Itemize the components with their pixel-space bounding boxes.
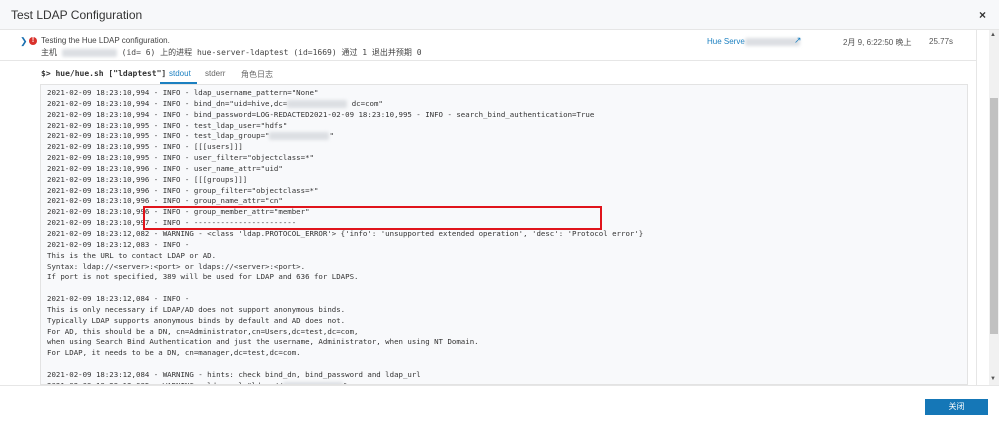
log-text: Syntax: ldap://<server>:<port> or ldaps:… <box>47 261 306 271</box>
log-line: 2021-02-09 18:23:10,994 - INFO - bind_dn… <box>47 99 967 110</box>
log-line: 2021-02-09 18:23:12,083 - INFO - <box>47 240 967 251</box>
command-row: ❯ ! Testing the Hue LDAP configuration. … <box>0 30 977 61</box>
log-text: 2021-02-09 18:23:10,995 - INFO - test_ld… <box>47 120 288 130</box>
log-line: For AD, this should be a DN, cn=Administ… <box>47 327 967 338</box>
log-text: 2021-02-09 18:23:12,084 - WARNING - hint… <box>47 369 421 379</box>
close-icon[interactable]: × <box>979 8 986 22</box>
log-line: 2021-02-09 18:23:10,996 - INFO - user_na… <box>47 164 967 175</box>
log-line: when using Search Bind Authentication an… <box>47 337 967 348</box>
external-link-icon[interactable]: ↗ <box>794 35 802 46</box>
chevron-down-icon[interactable]: ❯ <box>20 36 28 47</box>
timestamp: 2月 9, 6:22:50 晚上 <box>843 38 912 47</box>
log-text: Typically LDAP supports anonymous binds … <box>47 315 346 325</box>
dialog-title: Test LDAP Configuration <box>11 8 143 22</box>
dialog-footer: 关闭 <box>0 385 999 424</box>
scrollbar[interactable]: ▲ ▼ <box>989 30 999 385</box>
log-text: 2021-02-09 18:23:10,996 - INFO - group_n… <box>47 196 283 206</box>
scroll-up-icon[interactable]: ▲ <box>990 32 996 38</box>
host-prefix: 主机 <box>41 48 62 57</box>
log-text: This is the URL to contact LDAP or AD. <box>47 250 217 260</box>
log-text: This is only necessary if LDAP/AD does n… <box>47 304 346 314</box>
log-line: 2021-02-09 18:23:12,084 - WARNING - hint… <box>47 370 967 381</box>
log-text: when using Search Bind Authentication an… <box>47 337 479 347</box>
log-text: 2021-02-09 18:23:12,084 - INFO - <box>47 294 190 304</box>
redacted-host <box>61 48 117 57</box>
redacted-text <box>287 99 348 108</box>
redacted-text <box>269 132 330 141</box>
duration: 25.77s <box>929 37 954 46</box>
log-text: 2021-02-09 18:23:10,994 - INFO - ldap_us… <box>47 88 319 97</box>
log-line: 2021-02-09 18:23:10,995 - INFO - test_ld… <box>47 121 967 132</box>
log-text: 2021-02-09 18:23:12,082 - WARNING - <cla… <box>47 228 644 238</box>
log-text: " <box>329 131 334 141</box>
scrollbar-thumb[interactable] <box>990 98 998 334</box>
log-text: If port is not specified, 389 will be us… <box>47 272 359 282</box>
log-line: 2021-02-09 18:23:10,995 - INFO - test_ld… <box>47 131 967 142</box>
log-line: 2021-02-09 18:23:12,084 - INFO - <box>47 294 967 305</box>
log-line: 2021-02-09 18:23:10,996 - INFO - [[[grou… <box>47 175 967 186</box>
log-text: For AD, this should be a DN, cn=Administ… <box>47 326 359 336</box>
scroll-down-icon[interactable]: ▼ <box>990 376 996 382</box>
log-line: This is only necessary if LDAP/AD does n… <box>47 305 967 316</box>
log-text: 2021-02-09 18:23:12,083 - INFO - <box>47 239 190 249</box>
command-message: Testing the Hue LDAP configuration. <box>41 36 170 45</box>
log-line: For LDAP, it needs to be a DN, cn=manage… <box>47 348 967 359</box>
dialog-header: Test LDAP Configuration × <box>0 0 999 30</box>
error-highlight-box <box>143 206 602 230</box>
log-text: 2021-02-09 18:23:10,996 - INFO - group_f… <box>47 185 319 195</box>
close-button[interactable]: 关闭 <box>925 399 988 415</box>
log-line: This is the URL to contact LDAP or AD. <box>47 251 967 262</box>
log-text: For LDAP, it needs to be a DN, cn=manage… <box>47 348 301 358</box>
log-line: 2021-02-09 18:23:12,082 - WARNING - <cla… <box>47 229 967 240</box>
log-text: 2021-02-09 18:23:10,994 - INFO - bind_dn… <box>47 98 288 108</box>
host-suffix: (id= 6) 上的进程 hue-server-ldaptest (id=166… <box>116 48 422 57</box>
error-icon: ! <box>29 37 37 45</box>
log-line: If port is not specified, 389 will be us… <box>47 272 967 283</box>
tab-stdout[interactable]: stdout <box>169 69 191 78</box>
tab-stderr[interactable]: stderr <box>205 69 225 78</box>
log-line: 2021-02-09 18:23:10,995 - INFO - user_fi… <box>47 153 967 164</box>
role-link-text: Hue Serve <box>707 37 745 46</box>
log-text: 2021-02-09 18:23:10,996 - INFO - user_na… <box>47 163 283 173</box>
log-line: 2021-02-09 18:23:10,996 - INFO - group_f… <box>47 186 967 197</box>
log-line: Syntax: ldap://<server>:<port> or ldaps:… <box>47 262 967 273</box>
log-text: 2021-02-09 18:23:10,994 - INFO - bind_pa… <box>47 109 595 119</box>
log-text: 2021-02-09 18:23:10,996 - INFO - [[[grou… <box>47 174 248 184</box>
log-text: 2021-02-09 18:23:10,995 - INFO - user_fi… <box>47 153 314 163</box>
log-text: 2021-02-09 18:23:10,995 - INFO - test_ld… <box>47 131 270 141</box>
log-line: 2021-02-09 18:23:10,995 - INFO - [[[user… <box>47 142 967 153</box>
tab-role-log[interactable]: 角色日志 <box>241 69 273 80</box>
log-line: 2021-02-09 18:23:10,994 - INFO - bind_pa… <box>47 110 967 121</box>
log-line: Typically LDAP supports anonymous binds … <box>47 316 967 327</box>
log-output: 2021-02-09 18:23:10,994 - INFO - ldap_us… <box>40 84 968 385</box>
log-line: 2021-02-09 18:23:10,994 - INFO - ldap_us… <box>47 88 967 99</box>
host-status: 主机 (id= 6) 上的进程 hue-server-ldaptest (id=… <box>41 47 422 58</box>
command-panel: ❯ ! Testing the Hue LDAP configuration. … <box>0 30 977 385</box>
role-link[interactable]: Hue Serve <box>707 37 800 46</box>
redacted-role <box>744 37 800 46</box>
log-text: 2021-02-09 18:23:10,995 - INFO - [[[user… <box>47 142 243 152</box>
command-text: $> hue/hue.sh ["ldaptest"] <box>41 69 167 78</box>
log-text: dc=com" <box>347 98 383 108</box>
